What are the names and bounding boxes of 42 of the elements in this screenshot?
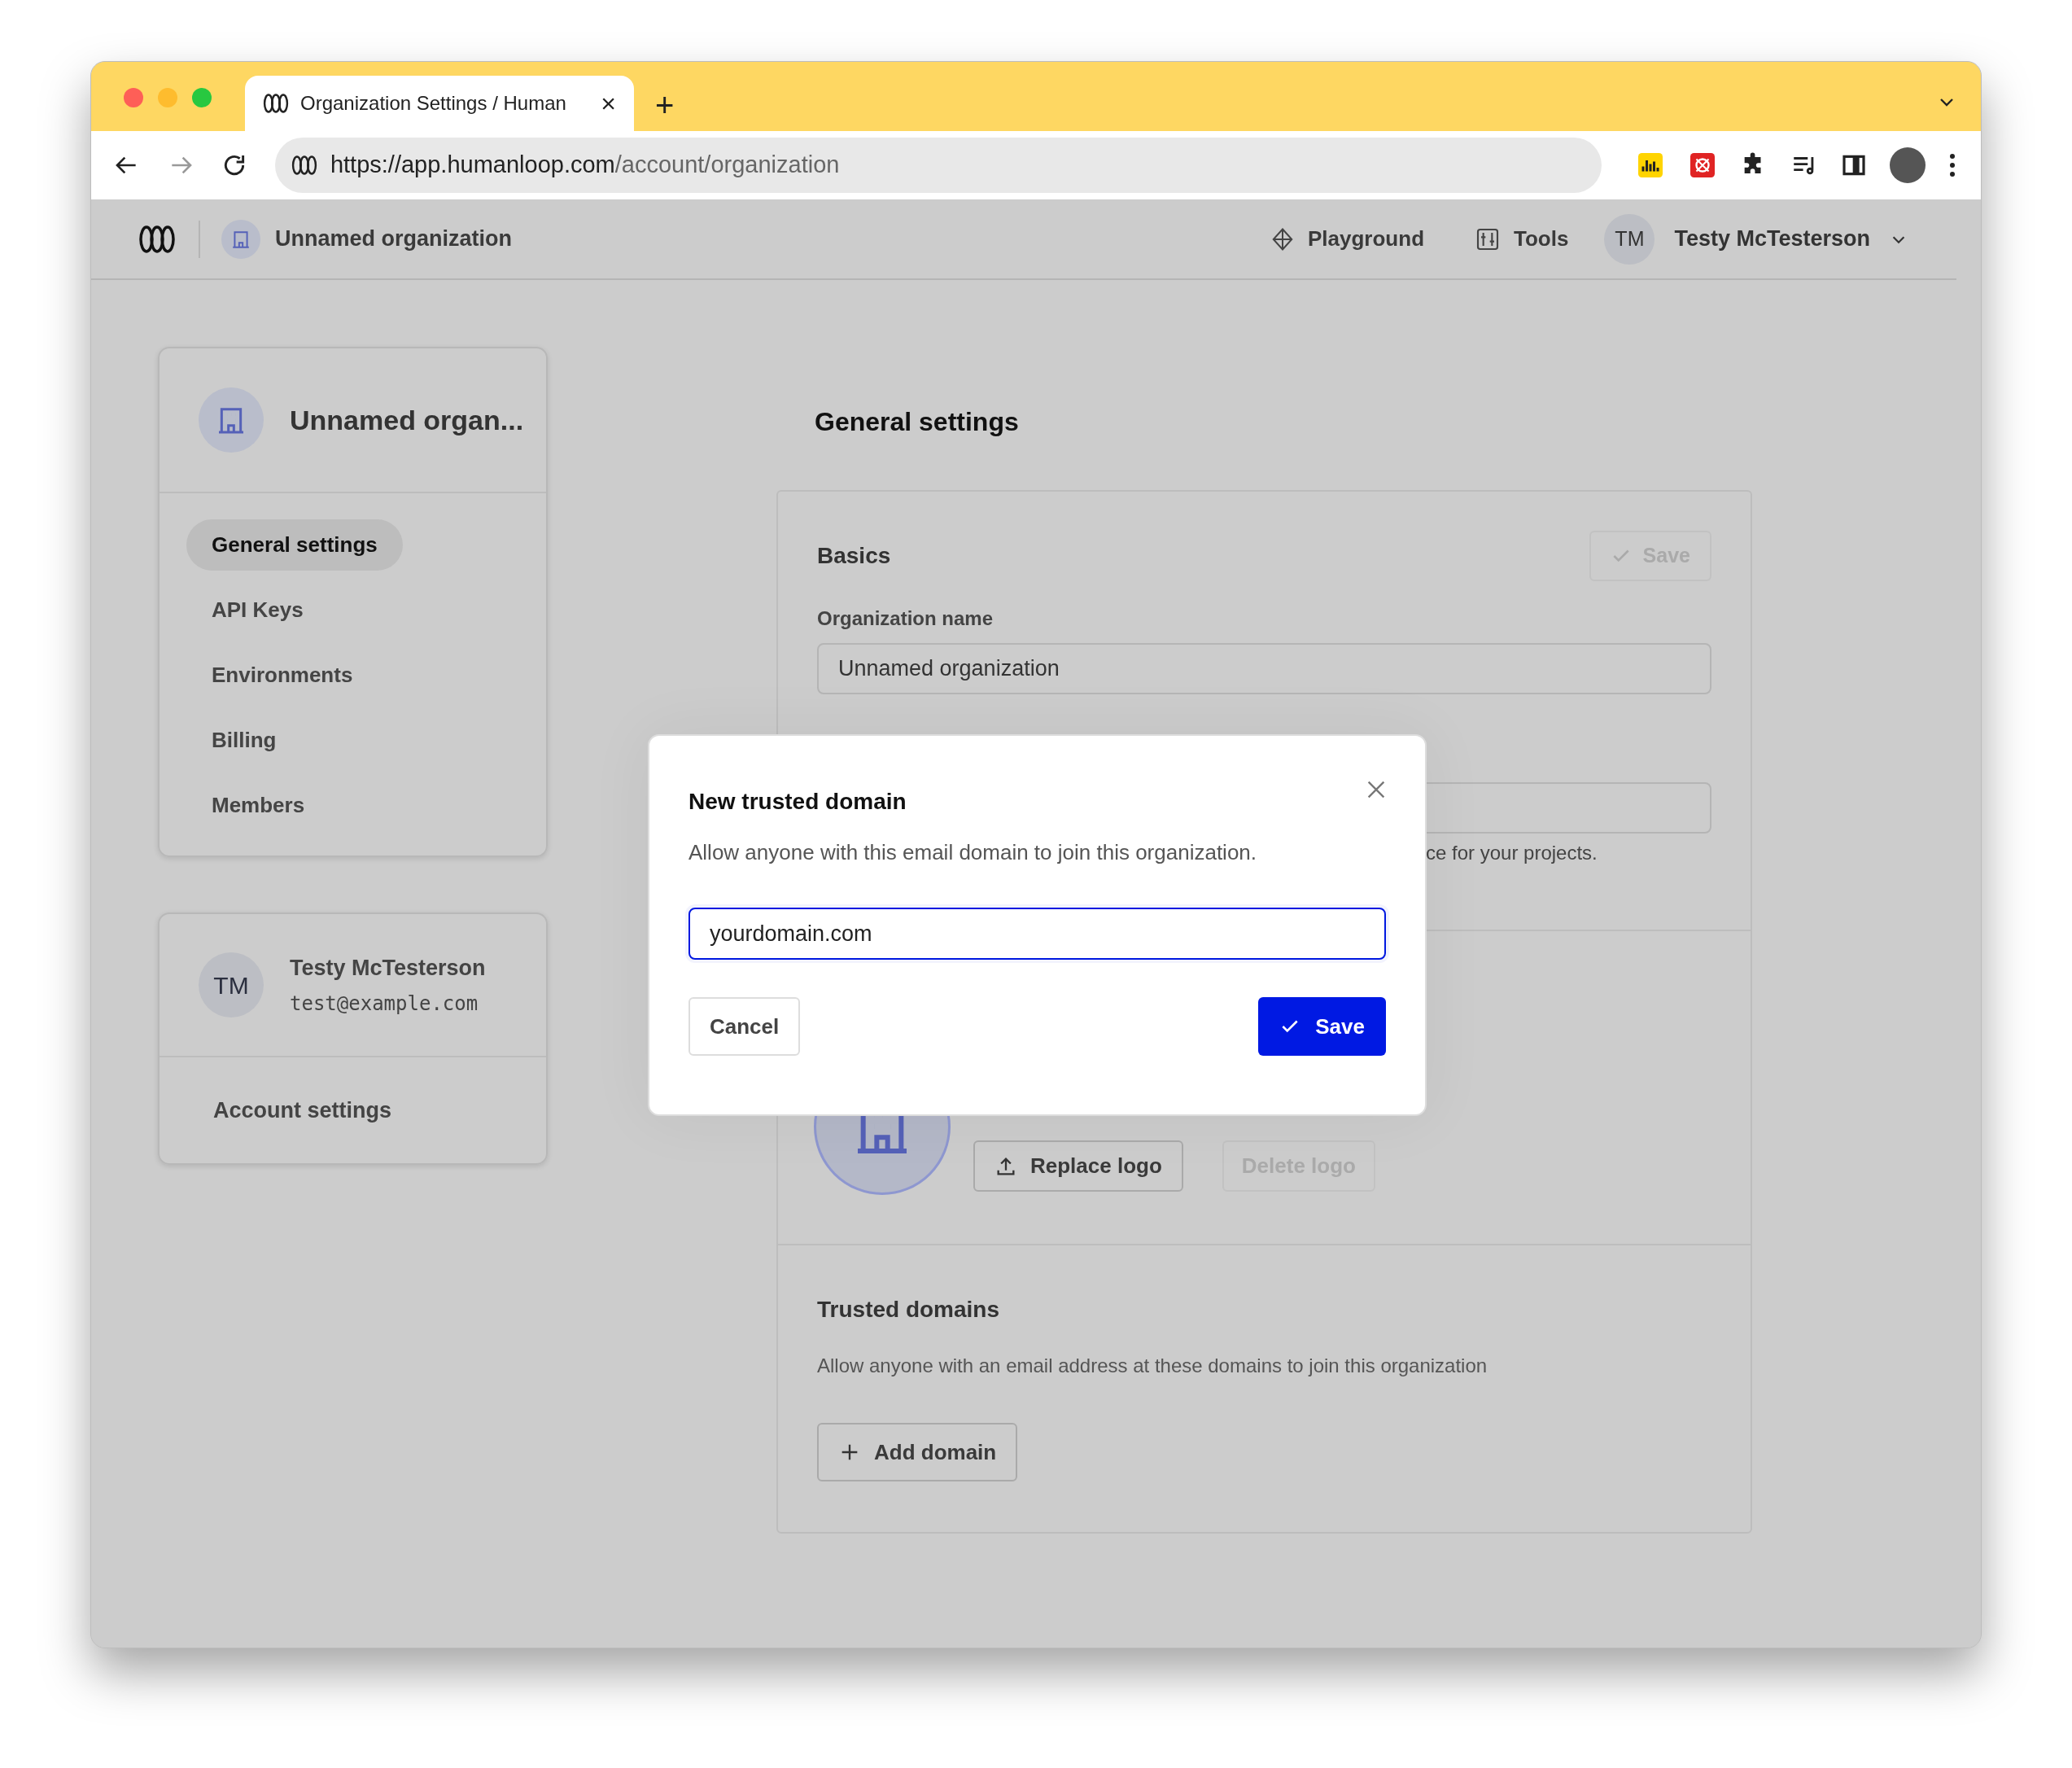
profile-avatar[interactable] [1890,147,1926,183]
dialog-description: Allow anyone with this email domain to join this organization. [688,839,1258,866]
account-settings-link[interactable]: Account settings [213,1093,392,1127]
user-avatar: TM [199,952,264,1017]
replace-logo-button[interactable]: Replace logo [973,1140,1183,1192]
page-title: General settings [815,406,1020,438]
user-name: Testy McTesterson [290,954,486,982]
tab-close-button[interactable]: × [601,90,616,116]
user-avatar: TM [1604,213,1655,265]
tab-favicon-icon [263,93,289,114]
site-favicon-icon [291,155,317,176]
section-heading: Basics [817,542,891,570]
logo-icon[interactable] [138,224,176,254]
diamond-icon [1270,226,1295,252]
field-label: Organization name [817,606,994,631]
section-heading: Trusted domains [817,1296,1001,1324]
sidebar-item[interactable]: Billing [186,715,302,766]
user-name: Testy McTesterson [1674,225,1870,253]
helper-text: ce for your projects. [1426,841,1598,865]
url-text: https://app.humanloop.com/account/organization [330,151,840,180]
dialog-title: New trusted domain [688,788,907,816]
new-tab-button[interactable]: + [655,89,675,121]
more-vertical-icon[interactable] [1948,153,1956,177]
add-domain-button[interactable]: Add domain [817,1423,1018,1481]
cancel-button[interactable]: Cancel [688,997,801,1056]
user-menu[interactable]: TM Testy McTesterson [1604,213,1908,265]
save-button[interactable]: Save [1258,997,1386,1056]
address-bar[interactable]: https://app.humanloop.com/account/organization [274,138,1602,193]
browser-tab[interactable]: Organization Settings / Human × [245,76,634,131]
sidebar-item[interactable]: API Keys [186,584,329,636]
bar-chart-icon[interactable] [1636,151,1665,180]
section-description: Allow anyone with an email address at these domains to join this organization [817,1354,1488,1378]
user-email: test@example.com [290,991,479,1017]
sidebar-item[interactable]: Environments [186,650,378,701]
org-name: Unnamed organ... [290,403,524,437]
org-switcher[interactable]: Unnamed organization [275,222,512,256]
sidebar-item[interactable]: Members [186,780,330,831]
nav-link[interactable]: Playground [1270,223,1424,255]
sidebar-item[interactable]: General settings [186,519,403,571]
tab-title: Organization Settings / Human [300,91,567,116]
nav-link[interactable]: Tools [1475,223,1569,255]
organization-name-field[interactable]: Unnamed organization [817,643,1711,694]
